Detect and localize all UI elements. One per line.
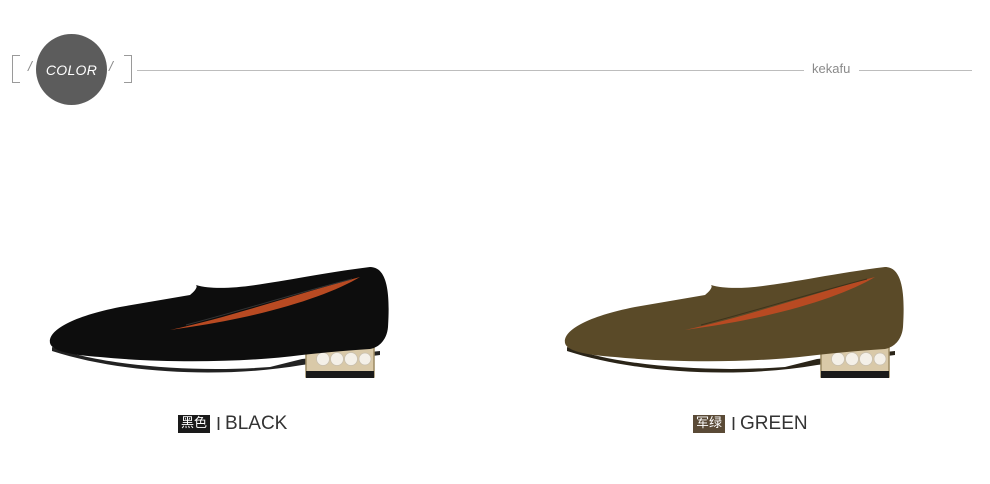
left-bracket — [12, 55, 20, 83]
right-bracket — [124, 55, 132, 83]
green-shoe-image — [564, 267, 904, 378]
header-divider-end — [859, 70, 972, 71]
caption-separator: I — [731, 413, 737, 434]
left-slash: / — [28, 58, 32, 74]
color-section-header: / COLOR / kekafu — [0, 0, 990, 110]
right-slash: / — [109, 58, 113, 74]
black-variant-caption: 黑色 I BLACK — [178, 412, 287, 436]
green-variant-tag: 军绿 — [693, 415, 726, 433]
black-variant-tag: 黑色 — [178, 415, 211, 433]
green-variant-label: GREEN — [740, 413, 808, 434]
header-divider — [137, 70, 804, 71]
green-variant-caption: 军绿 I GREEN — [693, 412, 808, 436]
color-badge-label: COLOR — [45, 61, 98, 78]
black-shoe-image — [49, 267, 389, 378]
black-variant-label: BLACK — [225, 413, 288, 434]
caption-separator: I — [216, 413, 222, 434]
brand-name: kekafu — [812, 61, 851, 76]
color-badge: COLOR — [36, 34, 107, 105]
